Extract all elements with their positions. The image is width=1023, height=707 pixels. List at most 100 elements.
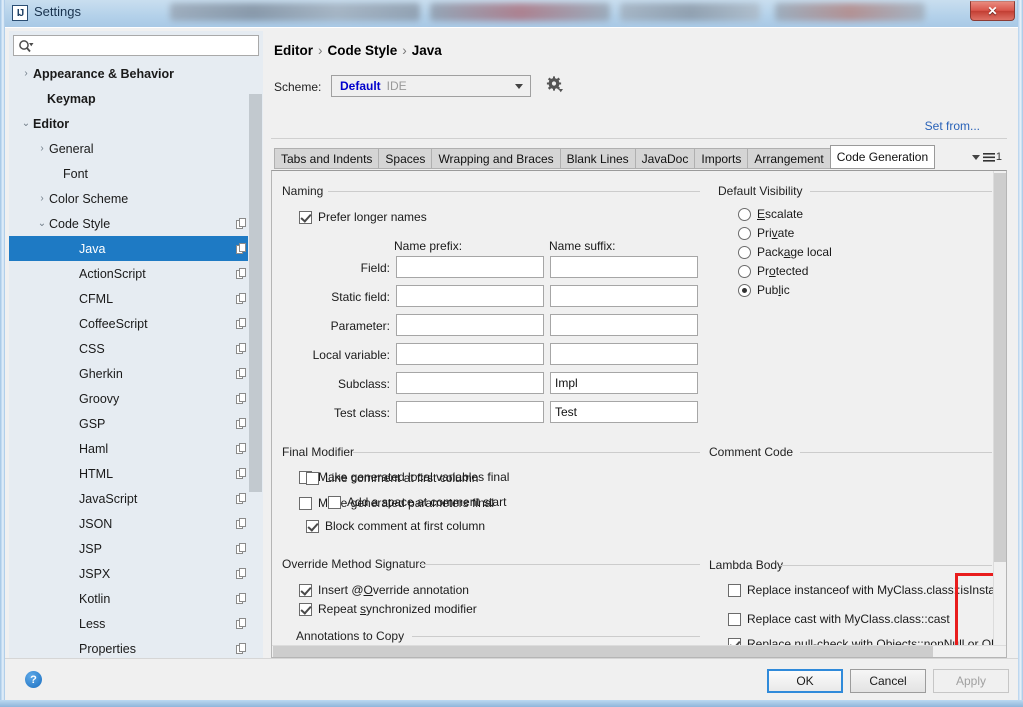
copy-scheme-icon[interactable] — [236, 318, 247, 329]
content-scrollbar-thumb[interactable] — [994, 173, 1006, 562]
sidebar-item-html[interactable]: HTML — [9, 461, 263, 486]
sidebar-item-java[interactable]: Java — [9, 236, 263, 261]
gear-icon[interactable] — [545, 75, 565, 95]
sidebar-item-groovy[interactable]: Groovy — [9, 386, 263, 411]
sidebar-item-jspx[interactable]: JSPX — [9, 561, 263, 586]
visibility-radio-protected[interactable]: Protected — [738, 264, 808, 278]
lambda-body-replace-cast-with-myclass-class-cast[interactable]: Replace cast with MyClass.class::cast — [728, 612, 950, 626]
sidebar-item-less[interactable]: Less — [9, 611, 263, 636]
ok-button[interactable]: OK — [767, 669, 843, 693]
override-method-insert-override-annotation[interactable]: Insert @Override annotation — [299, 583, 469, 597]
chevron-down-icon[interactable]: ⌄ — [19, 118, 33, 129]
visibility-radio-escalate[interactable]: Escalate — [738, 207, 803, 221]
scheme-dropdown[interactable]: Default IDE — [331, 75, 531, 97]
copy-scheme-icon[interactable] — [236, 343, 247, 354]
breadcrumb-part-code-style[interactable]: Code Style — [328, 43, 398, 58]
copy-scheme-icon[interactable] — [236, 268, 247, 279]
copy-scheme-icon[interactable] — [236, 393, 247, 404]
naming-suffix-input[interactable] — [550, 372, 698, 394]
tab-overflow-control[interactable]: 1 — [971, 151, 1002, 163]
help-icon[interactable]: ? — [25, 671, 42, 688]
naming-prefix-input[interactable] — [396, 285, 544, 307]
naming-prefix-input[interactable] — [396, 401, 544, 423]
sidebar-item-coffeescript[interactable]: CoffeeScript — [9, 311, 263, 336]
chevron-right-icon[interactable]: › — [35, 193, 49, 204]
sidebar-item-css[interactable]: CSS — [9, 336, 263, 361]
sidebar-item-json[interactable]: JSON — [9, 511, 263, 536]
search-input[interactable] — [38, 36, 256, 55]
sidebar-item-gsp[interactable]: GSP — [9, 411, 263, 436]
naming-suffix-input[interactable] — [550, 285, 698, 307]
sidebar-item-cfml[interactable]: CFML — [9, 286, 263, 311]
visibility-radio-package-local[interactable]: Package local — [738, 245, 832, 259]
sidebar-item-actionscript[interactable]: ActionScript — [9, 261, 263, 286]
copy-scheme-icon[interactable] — [236, 543, 247, 554]
naming-group-title: Naming — [282, 184, 329, 198]
copy-scheme-icon[interactable] — [236, 643, 247, 654]
chevron-right-icon[interactable]: › — [35, 143, 49, 154]
comment-code-add-a-space-at-comment-start[interactable]: Add a space at comment start — [328, 495, 506, 509]
naming-prefix-input[interactable] — [396, 314, 544, 336]
sidebar-item-kotlin[interactable]: Kotlin — [9, 586, 263, 611]
copy-scheme-icon[interactable] — [236, 568, 247, 579]
copy-scheme-icon[interactable] — [236, 618, 247, 629]
copy-scheme-icon[interactable] — [236, 468, 247, 479]
tab-javadoc[interactable]: JavaDoc — [634, 148, 695, 169]
naming-suffix-input[interactable] — [550, 256, 698, 278]
sidebar-item-color-scheme[interactable]: › Color Scheme — [9, 186, 263, 211]
copy-scheme-icon[interactable] — [236, 293, 247, 304]
chevron-down-icon[interactable]: ⌄ — [35, 218, 49, 229]
naming-suffix-input[interactable] — [550, 343, 698, 365]
scheme-value-primary: Default — [340, 79, 381, 93]
sidebar-item-javascript[interactable]: JavaScript — [9, 486, 263, 511]
copy-scheme-icon[interactable] — [236, 518, 247, 529]
sidebar-item-properties[interactable]: Properties — [9, 636, 263, 660]
naming-prefix-input[interactable] — [396, 256, 544, 278]
visibility-radio-public[interactable]: Public — [738, 283, 790, 297]
sidebar-item-keymap[interactable]: Keymap — [9, 86, 263, 111]
set-from-link[interactable]: Set from... — [925, 119, 980, 133]
search-box[interactable] — [13, 35, 259, 56]
comment-code-block-comment-at-first-column[interactable]: Block comment at first column — [306, 519, 485, 533]
copy-scheme-icon[interactable] — [236, 243, 247, 254]
copy-scheme-icon[interactable] — [236, 418, 247, 429]
naming-prefix-input[interactable] — [396, 343, 544, 365]
sidebar-item-general[interactable]: › General — [9, 136, 263, 161]
tab-spaces[interactable]: Spaces — [378, 148, 432, 169]
comment-code-line-comment-at-first-column[interactable]: Line comment at first column — [306, 471, 478, 485]
chevron-right-icon[interactable]: › — [19, 68, 33, 79]
sidebar-item-font[interactable]: Font — [9, 161, 263, 186]
copy-scheme-icon[interactable] — [236, 368, 247, 379]
close-icon[interactable]: ✕ — [970, 1, 1015, 21]
tab-code-generation[interactable]: Code Generation — [829, 145, 936, 169]
naming-suffix-input[interactable] — [550, 314, 698, 336]
copy-scheme-icon[interactable] — [236, 593, 247, 604]
naming-suffix-input[interactable] — [550, 401, 698, 423]
override-method-repeat-synchronized-modifier[interactable]: Repeat synchronized modifier — [299, 602, 477, 616]
sidebar-item-editor[interactable]: ⌄ Editor — [9, 111, 263, 136]
copy-scheme-icon[interactable] — [236, 493, 247, 504]
content-hscrollbar-thumb[interactable] — [273, 646, 933, 657]
sidebar-item-appearance-behavior[interactable]: › Appearance & Behavior — [9, 61, 263, 86]
prefer-longer-names-checkbox[interactable]: Prefer longer names — [299, 210, 427, 224]
copy-scheme-icon[interactable] — [236, 443, 247, 454]
copy-scheme-icon[interactable] — [236, 218, 247, 229]
tab-tabs-and-indents[interactable]: Tabs and Indents — [274, 148, 379, 169]
cancel-button[interactable]: Cancel — [850, 669, 926, 693]
content-scrollbar-track[interactable] — [993, 171, 1006, 657]
tab-arrangement[interactable]: Arrangement — [747, 148, 830, 169]
tab-imports[interactable]: Imports — [694, 148, 748, 169]
content-hscrollbar-track[interactable] — [272, 645, 1006, 657]
sidebar-item-jsp[interactable]: JSP — [9, 536, 263, 561]
tab-wrapping-and-braces[interactable]: Wrapping and Braces — [431, 148, 560, 169]
sidebar-item-haml[interactable]: Haml — [9, 436, 263, 461]
lambda-body-replace-instanceof-with-myclass-class-isinstan[interactable]: Replace instanceof with MyClass.class::i… — [728, 583, 1006, 597]
sidebar-item-gherkin[interactable]: Gherkin — [9, 361, 263, 386]
sidebar-scrollbar-thumb[interactable] — [249, 94, 262, 492]
naming-prefix-input[interactable] — [396, 372, 544, 394]
tab-blank-lines[interactable]: Blank Lines — [559, 148, 635, 169]
sidebar-item-code-style[interactable]: ⌄ Code Style — [9, 211, 263, 236]
sidebar-scrollbar-track[interactable] — [248, 61, 263, 660]
breadcrumb-part-editor[interactable]: Editor — [274, 43, 313, 58]
visibility-radio-private[interactable]: Private — [738, 226, 794, 240]
